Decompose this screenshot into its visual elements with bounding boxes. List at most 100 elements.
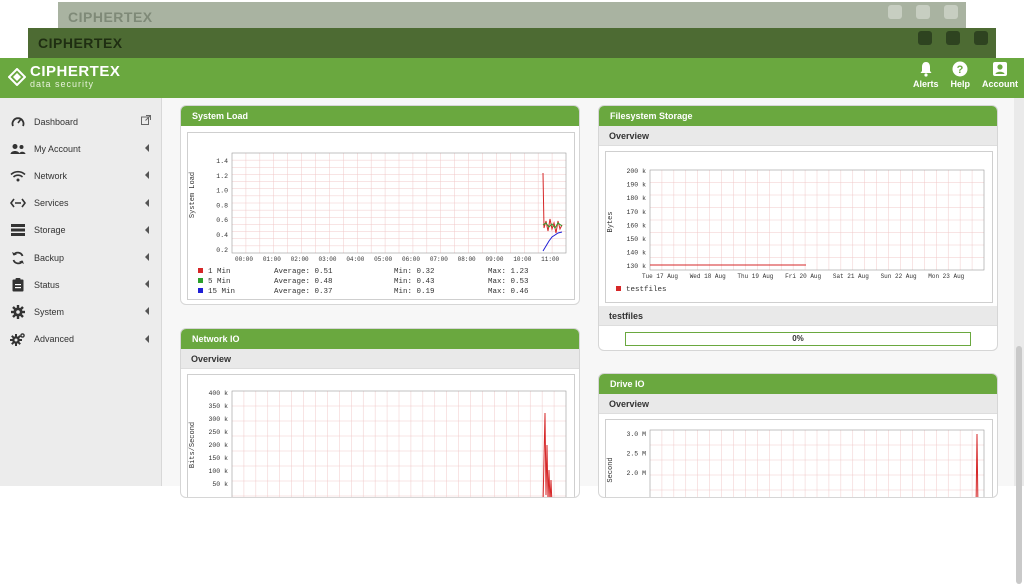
sidebar-item-network[interactable]: Network — [0, 162, 161, 189]
legend-average: Average: 0.37 — [274, 288, 333, 296]
chevron-left-icon — [145, 334, 149, 343]
system-load-ylabel: System Load — [189, 172, 197, 218]
sidebar-item-services[interactable]: Services — [0, 190, 161, 217]
x-tick-label: 11:00 — [541, 256, 559, 263]
legend-min: Min: 0.19 — [394, 288, 435, 296]
y-tick-label: 0.6 — [216, 217, 228, 224]
legend-average: Average: 0.48 — [274, 278, 333, 286]
storage-icon — [10, 223, 26, 237]
legend-series-name: 1 Min — [208, 268, 231, 276]
network-series-line — [542, 412, 553, 497]
background-window-header-2: CIPHERTEX — [28, 28, 996, 58]
sidebar-item-label: Storage — [34, 225, 66, 236]
filesystem-title: Filesystem Storage — [599, 106, 997, 126]
main-content: System Load System Load 1.4 1.2 1.0 0.8 0.6 0… — [162, 98, 1024, 498]
drive-io-overview-heading: Overview — [599, 394, 997, 414]
legend-average: Average: 0.51 — [274, 268, 333, 276]
x-tick-label: 03:00 — [318, 256, 336, 263]
drive-io-panel: Drive IO Overview Second 3.0 M 2.5 M 2.0 M — [598, 373, 998, 498]
wifi-icon — [10, 169, 26, 183]
y-tick-label: 150 k — [626, 236, 646, 243]
x-tick-label: Mon 23 Aug — [928, 273, 964, 280]
brand-logo[interactable]: CIPHERTEX data security — [8, 64, 120, 89]
x-tick-label: 08:00 — [458, 256, 476, 263]
account-button[interactable]: Account — [982, 61, 1018, 89]
sidebar-item-backup[interactable]: Backup — [0, 244, 161, 271]
chevron-left-icon — [145, 307, 149, 316]
help-button[interactable]: ? Help — [950, 61, 970, 89]
usage-percent-label: 0% — [792, 334, 804, 343]
background-header-icons-2 — [918, 31, 988, 45]
testfiles-usage-heading: testfiles — [599, 306, 997, 326]
background-logo: CIPHERTEX — [68, 9, 153, 25]
help-label: Help — [950, 79, 970, 89]
y-tick-label: 300 k — [208, 416, 228, 423]
x-tick-label: 07:00 — [430, 256, 448, 263]
sidebar-item-system[interactable]: System — [0, 298, 161, 325]
network-io-overview-heading: Overview — [181, 349, 579, 369]
x-tick-label: Sun 22 Aug — [881, 273, 917, 280]
chevron-left-icon — [145, 198, 149, 207]
y-tick-label: 0.2 — [216, 247, 228, 254]
content-scrollbar[interactable] — [1014, 98, 1024, 584]
background-header-icons — [888, 5, 958, 19]
y-tick-label: 140 k — [626, 250, 646, 257]
chevron-left-icon — [145, 280, 149, 289]
y-tick-label: 190 k — [626, 182, 646, 189]
x-tick-label: Fri 20 Aug — [785, 273, 821, 280]
y-tick-label: 250 k — [208, 429, 228, 436]
legend-swatch — [198, 268, 203, 273]
top-header: CIPHERTEX data security Alerts ? Help Ac… — [0, 58, 1024, 98]
x-tick-label: 02:00 — [291, 256, 309, 263]
svg-text:?: ? — [957, 64, 964, 76]
legend-swatch — [198, 288, 203, 293]
x-tick-label: Tue 17 Aug — [642, 273, 678, 280]
x-tick-label: Thu 19 Aug — [737, 273, 773, 280]
scrollbar-thumb[interactable] — [1016, 346, 1022, 584]
drive-io-ylabel: Second — [607, 457, 615, 482]
drive-series-line — [975, 433, 979, 497]
y-tick-label: 150 k — [208, 455, 228, 462]
sidebar-item-label: Advanced — [34, 334, 75, 345]
y-tick-label: 0.4 — [216, 232, 228, 239]
alerts-button[interactable]: Alerts — [913, 61, 938, 89]
external-link-icon[interactable] — [141, 115, 151, 127]
sidebar-item-storage[interactable]: Storage — [0, 217, 161, 244]
legend-series-name: 15 Min — [208, 288, 235, 296]
y-tick-label: 2.0 M — [626, 470, 646, 477]
x-tick-label: 04:00 — [346, 256, 364, 263]
sidebar: Dashboard My Account Network Services St… — [0, 98, 162, 486]
y-tick-label: 400 k — [208, 390, 228, 397]
y-tick-label: 180 k — [626, 195, 646, 202]
sidebar-item-advanced[interactable]: Advanced — [0, 326, 161, 353]
gears-icon — [10, 332, 26, 347]
sidebar-item-label: My Account — [34, 143, 81, 154]
sidebar-item-my-account[interactable]: My Account — [0, 135, 161, 162]
y-tick-label: 200 k — [626, 168, 646, 175]
y-tick-label: 0.8 — [216, 202, 228, 209]
y-tick-label: 1.4 — [216, 158, 228, 165]
sidebar-item-label: System — [34, 306, 65, 317]
users-icon — [10, 142, 26, 156]
background-logo-2: CIPHERTEX — [38, 35, 123, 51]
sidebar-item-label: Network — [34, 170, 68, 181]
chevron-left-icon — [145, 252, 149, 261]
y-tick-label: 160 k — [626, 222, 646, 229]
system-load-title: System Load — [181, 106, 579, 126]
x-tick-label: Sat 21 Aug — [833, 273, 869, 280]
filesystem-ylabel: Bytes — [607, 211, 615, 232]
sidebar-item-label: Backup — [34, 252, 65, 263]
sidebar-item-status[interactable]: Status — [0, 271, 161, 298]
network-io-ylabel: Bits/Second — [189, 422, 197, 468]
account-icon — [993, 62, 1007, 76]
y-tick-label: 200 k — [208, 442, 228, 449]
backup-icon — [10, 251, 26, 265]
x-tick-label: 06:00 — [402, 256, 420, 263]
x-tick-label: 09:00 — [485, 256, 503, 263]
testfiles-usage-bar: 0% — [625, 332, 971, 346]
legend-min: Min: 0.43 — [394, 278, 435, 286]
x-tick-label: 10:00 — [513, 256, 531, 263]
network-io-chart: Bits/Second 400 k 350 k 300 k 250 k 200 k 150… — [187, 374, 575, 497]
sidebar-item-dashboard[interactable]: Dashboard — [0, 108, 161, 135]
y-tick-label: 2.5 M — [626, 451, 646, 458]
